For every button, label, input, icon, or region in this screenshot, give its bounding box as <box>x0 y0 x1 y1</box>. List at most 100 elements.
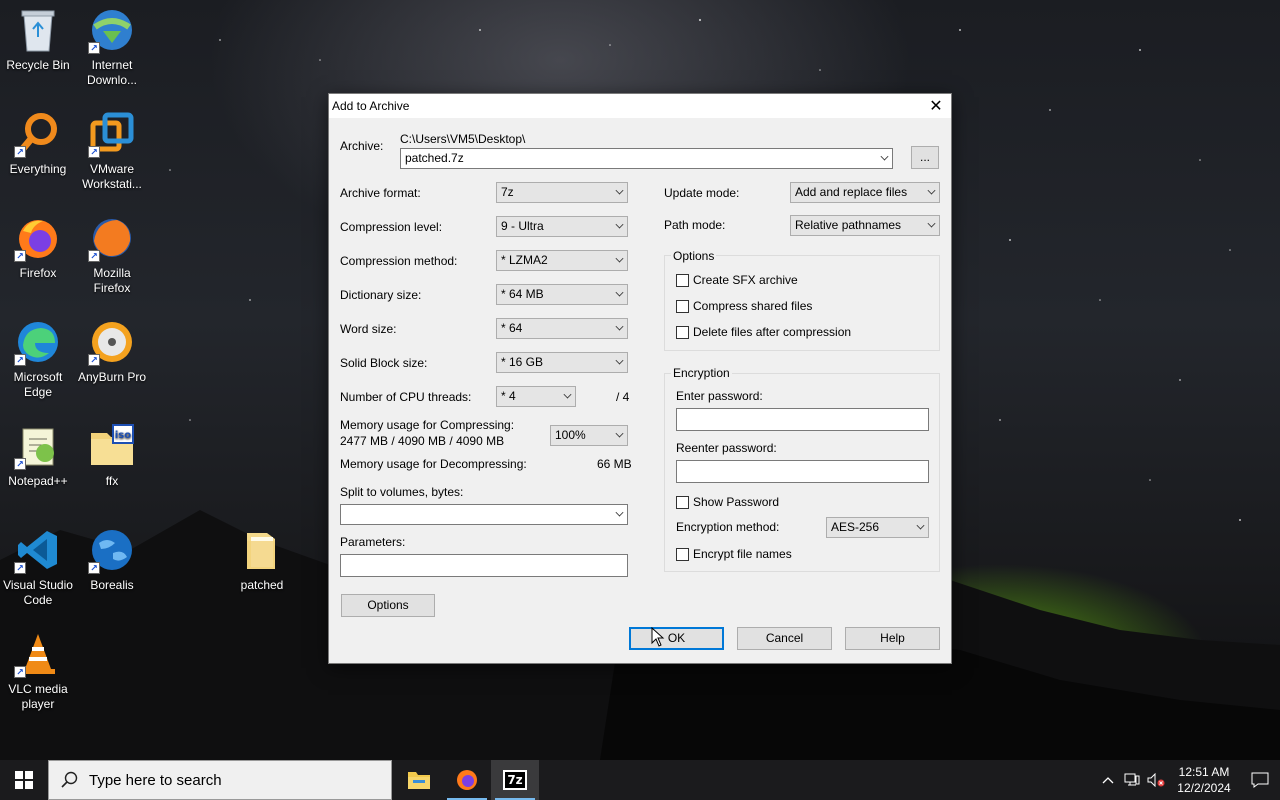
cpu-threads-select[interactable]: * 4 <box>496 386 576 407</box>
desktop-icon-label: Visual Studio Code <box>3 578 73 607</box>
chevron-down-icon <box>615 429 624 438</box>
chevron-down-icon <box>615 356 624 365</box>
desktop-icon-vmware[interactable]: ↗ VMware Workstati... <box>74 110 150 192</box>
desktop-icon-vlc[interactable]: ↗ VLC media player <box>0 630 76 712</box>
compress-shared-checkbox[interactable]: Compress shared files <box>676 299 812 313</box>
taskbar-clock[interactable]: 12:51 AM 12/2/2024 <box>1168 764 1240 796</box>
chevron-down-icon <box>615 508 624 517</box>
compression-method-select[interactable]: * LZMA2 <box>496 250 628 271</box>
chevron-down-icon <box>615 186 624 195</box>
desktop-icon-internet-download-manager[interactable]: ↗ Internet Downlo... <box>74 6 150 88</box>
update-mode-value: Add and replace files <box>795 185 908 199</box>
chevron-up-icon[interactable] <box>1096 776 1120 784</box>
word-size-select[interactable]: * 64 <box>496 318 628 339</box>
desktop-icon-notepad-plus-plus[interactable]: ↗ Notepad++ <box>0 422 76 489</box>
archive-format-select[interactable]: 7z <box>496 182 628 203</box>
taskbar-search-box[interactable]: Type here to search <box>48 760 392 800</box>
desktop-icon-label: AnyBurn Pro <box>77 370 147 384</box>
dictionary-size-select[interactable]: * 64 MB <box>496 284 628 305</box>
chevron-down-icon <box>880 152 889 161</box>
taskbar-firefox[interactable] <box>443 760 491 800</box>
archive-label: Archive: <box>340 139 384 153</box>
help-button[interactable]: Help <box>845 627 940 650</box>
folder-icon <box>238 526 286 574</box>
memory-percent-value: 100% <box>555 428 586 442</box>
close-icon[interactable]: ✕ <box>921 94 951 118</box>
dialog-titlebar[interactable]: Add to Archive ✕ <box>329 94 951 118</box>
path-mode-label: Path mode: <box>664 218 726 232</box>
shortcut-arrow-icon: ↗ <box>14 458 26 470</box>
dictionary-size-label: Dictionary size: <box>340 288 422 302</box>
archive-name-combo[interactable]: patched.7z <box>400 148 893 169</box>
desktop-icon-anyburn[interactable]: ↗ AnyBurn Pro <box>74 318 150 385</box>
shortcut-arrow-icon: ↗ <box>14 146 26 158</box>
compression-level-value: 9 - Ultra <box>501 219 544 233</box>
split-volumes-label: Split to volumes, bytes: <box>340 485 464 499</box>
notification-icon[interactable] <box>1240 772 1280 788</box>
delete-after-checkbox[interactable]: Delete files after compression <box>676 325 851 339</box>
encryption-method-select[interactable]: AES-256 <box>826 517 929 538</box>
desktop-icon-label: Firefox <box>19 266 57 280</box>
compression-level-select[interactable]: 9 - Ultra <box>496 216 628 237</box>
shortcut-arrow-icon: ↗ <box>88 354 100 366</box>
desktop-icon-everything[interactable]: ↗ Everything <box>0 110 76 177</box>
start-button[interactable] <box>0 760 48 800</box>
archive-format-value: 7z <box>501 185 514 199</box>
create-sfx-checkbox[interactable]: Create SFX archive <box>676 273 798 287</box>
desktop-icon-patched-folder[interactable]: patched <box>224 526 300 593</box>
mozilla-firefox-icon: ↗ <box>88 214 136 262</box>
path-mode-select[interactable]: Relative pathnames <box>790 215 940 236</box>
vmware-icon: ↗ <box>88 110 136 158</box>
reenter-password-input[interactable] <box>676 460 929 483</box>
visual-studio-code-icon: ↗ <box>14 526 62 574</box>
7zip-icon: 7z <box>503 770 527 790</box>
desktop-icon-vscode[interactable]: ↗ Visual Studio Code <box>0 526 76 608</box>
parameters-input[interactable] <box>340 554 628 577</box>
desktop-icon-label: Mozilla Firefox <box>93 266 131 295</box>
taskbar-file-explorer[interactable] <box>395 760 443 800</box>
desktop-icon-ffx[interactable]: iso ffx <box>74 422 150 489</box>
microsoft-edge-icon: ↗ <box>14 318 62 366</box>
windows-logo-icon <box>15 771 33 789</box>
network-icon[interactable] <box>1120 773 1144 787</box>
solid-block-size-select[interactable]: * 16 GB <box>496 352 628 373</box>
archive-name-value: patched.7z <box>405 151 464 165</box>
memory-decompress-value: 66 MB <box>597 457 632 471</box>
chevron-down-icon <box>927 186 936 195</box>
volume-muted-icon[interactable] <box>1144 773 1168 787</box>
desktop-icon-mozilla-firefox[interactable]: ↗ Mozilla Firefox <box>74 214 150 296</box>
firefox-icon: ↗ <box>14 214 62 262</box>
desktop-icon-recycle-bin[interactable]: Recycle Bin <box>0 6 76 73</box>
desktop-icon-firefox[interactable]: ↗ Firefox <box>0 214 76 281</box>
borealis-globe-icon: ↗ <box>88 526 136 574</box>
encrypt-names-checkbox[interactable]: Encrypt file names <box>676 547 792 561</box>
notepad-plus-plus-icon: ↗ <box>14 422 62 470</box>
mouse-cursor-icon <box>651 627 665 647</box>
memory-percent-select[interactable]: 100% <box>550 425 628 446</box>
enter-password-input[interactable] <box>676 408 929 431</box>
enter-password-label: Enter password: <box>676 389 763 403</box>
path-mode-value: Relative pathnames <box>795 218 902 232</box>
compression-level-label: Compression level: <box>340 220 443 234</box>
delete-after-label: Delete files after compression <box>693 325 852 339</box>
update-mode-label: Update mode: <box>664 186 740 200</box>
update-mode-select[interactable]: Add and replace files <box>790 182 940 203</box>
everything-search-icon: ↗ <box>14 110 62 158</box>
cancel-button[interactable]: Cancel <box>737 627 832 650</box>
shortcut-arrow-icon: ↗ <box>14 354 26 366</box>
memory-compress-value: 2477 MB / 4090 MB / 4090 MB <box>340 434 505 448</box>
taskbar-7zip[interactable]: 7z <box>491 760 539 800</box>
desktop-icon-borealis[interactable]: ↗ Borealis <box>74 526 150 593</box>
options-group-title: Options <box>671 249 717 263</box>
dictionary-size-value: * 64 MB <box>501 287 544 301</box>
chevron-down-icon <box>615 220 624 229</box>
dialog-title: Add to Archive <box>332 99 410 113</box>
desktop-icon-microsoft-edge[interactable]: ↗ Microsoft Edge <box>0 318 76 400</box>
ok-button[interactable]: OK <box>629 627 724 650</box>
chevron-down-icon <box>615 322 624 331</box>
show-password-checkbox[interactable]: Show Password <box>676 495 779 509</box>
split-volumes-combo[interactable] <box>340 504 628 525</box>
options-button[interactable]: Options <box>341 594 435 617</box>
desktop-icon-label: Borealis <box>90 578 134 592</box>
browse-button[interactable]: ... <box>911 146 939 169</box>
